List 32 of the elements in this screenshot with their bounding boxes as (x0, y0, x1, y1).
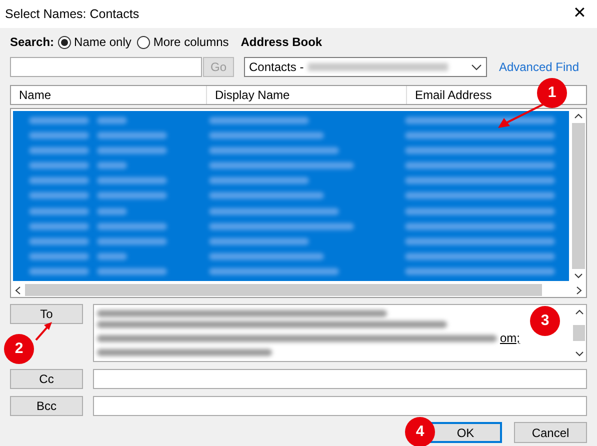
annotation-number: 1 (537, 78, 567, 108)
dialog-button[interactable]: OK (429, 422, 502, 443)
recipient-field[interactable]: om; 3 (93, 304, 587, 362)
annotation-number: 2 (4, 334, 34, 364)
close-button[interactable]: ✕ (567, 2, 592, 26)
advanced-find-link[interactable]: Advanced Find (498, 58, 579, 76)
column-header[interactable]: Email Address (407, 86, 500, 104)
radio-option[interactable]: More columns (137, 33, 229, 51)
recipient-button[interactable]: Bcc (10, 396, 83, 416)
address-book-label: Address Book (240, 34, 322, 51)
recipient-field[interactable] (93, 369, 587, 389)
recipient-field[interactable] (93, 396, 587, 416)
dialog-button[interactable]: Cancel (514, 422, 587, 443)
window-title: Select Names: Contacts (5, 6, 140, 23)
column-header[interactable]: Display Name (207, 86, 407, 104)
chevron-down-icon (471, 64, 482, 70)
recipient-button[interactable]: Cc (10, 369, 83, 389)
chevron-right-icon[interactable] (576, 286, 582, 294)
annotation-arrow (34, 320, 54, 342)
radio-option[interactable]: Name only (58, 33, 132, 51)
chevron-up-icon[interactable] (574, 113, 583, 119)
search-label: Search: (10, 34, 54, 51)
address-book-dropdown[interactable]: Contacts - (244, 57, 487, 77)
search-field[interactable] (10, 57, 202, 77)
chevron-down-icon[interactable] (574, 273, 583, 279)
chevron-down-icon[interactable] (574, 351, 584, 357)
annotation-number: 4 (405, 417, 435, 446)
column-header[interactable]: Name (11, 86, 207, 104)
recipient-button[interactable]: To (10, 304, 83, 324)
chevron-up-icon[interactable] (574, 309, 584, 315)
chevron-left-icon[interactable] (15, 286, 21, 294)
annotation-number: 3 (530, 306, 560, 336)
